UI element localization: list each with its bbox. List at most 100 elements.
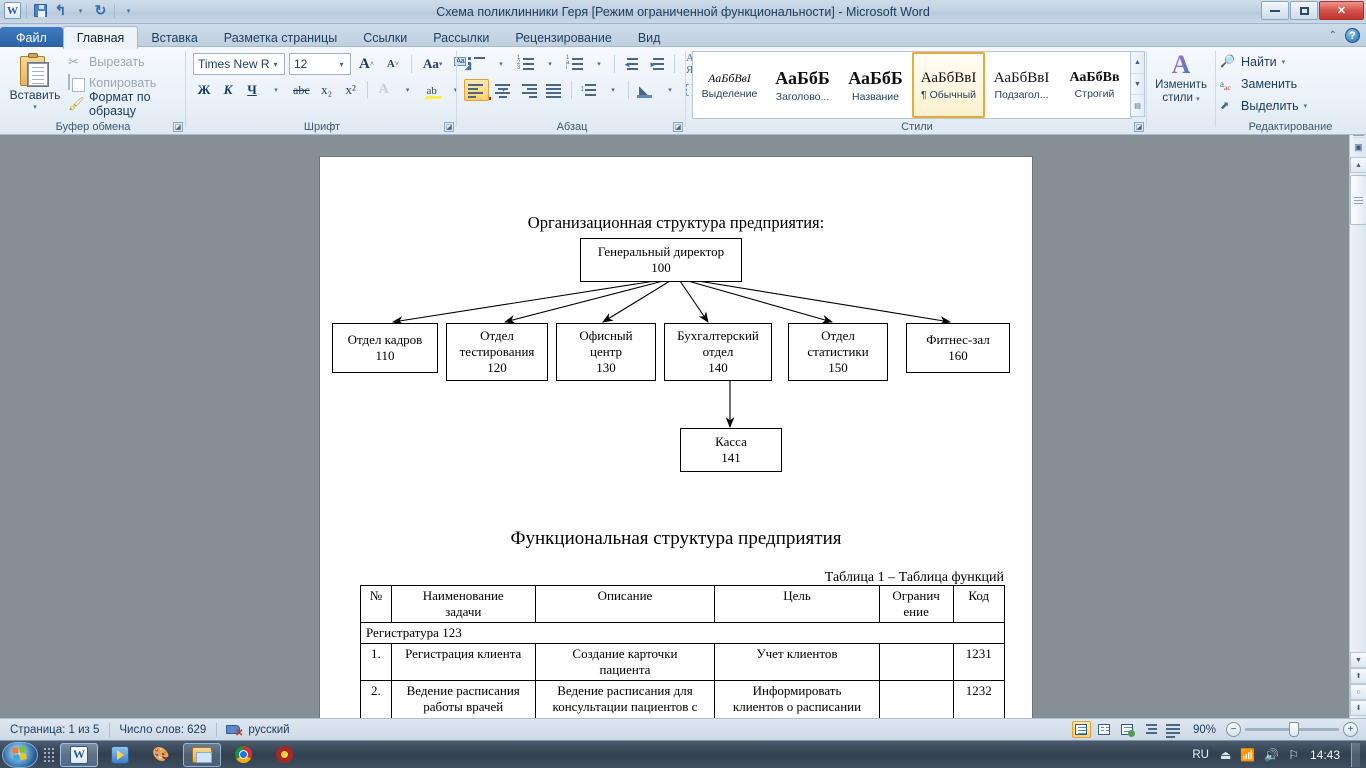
replace-button[interactable]: aac Заменить: [1220, 73, 1307, 95]
save-icon[interactable]: [32, 2, 49, 19]
zoom-level[interactable]: 90%: [1187, 724, 1222, 736]
org-box-cashier[interactable]: Касса 141: [680, 428, 782, 472]
scroll-up-button[interactable]: ▲: [1350, 157, 1366, 173]
scrollbar-thumb[interactable]: [1350, 175, 1366, 225]
outline-view-button[interactable]: [1141, 721, 1160, 738]
multilevel-list-icon[interactable]: 1ai: [562, 53, 587, 75]
taskbar-explorer[interactable]: [183, 742, 221, 767]
proofing-errors-icon[interactable]: ✕: [226, 723, 243, 739]
restore-button[interactable]: [1290, 1, 1318, 20]
align-right-icon[interactable]: [516, 79, 541, 101]
select-dropdown-icon[interactable]: ▾: [1304, 102, 1308, 110]
font-size-combo[interactable]: 12 ▾: [289, 53, 351, 75]
clipboard-dialog-launcher[interactable]: ◪: [173, 122, 183, 132]
highlight-button[interactable]: ab: [421, 79, 443, 101]
superscript-button[interactable]: x²: [340, 79, 362, 101]
draft-view-button[interactable]: [1164, 721, 1183, 738]
taskbar-grip[interactable]: [44, 744, 56, 766]
language-indicator[interactable]: ✕ русский: [216, 719, 299, 741]
decrease-indent-icon[interactable]: ◄: [619, 53, 644, 75]
taskbar-media-player[interactable]: [101, 743, 139, 767]
format-painter-button[interactable]: 🖌 Формат по образцу: [66, 90, 186, 118]
numbered-list-icon[interactable]: 123: [513, 53, 538, 75]
line-spacing-dropdown-icon[interactable]: ▾: [602, 79, 624, 101]
full-screen-reading-view-button[interactable]: [1095, 721, 1114, 738]
italic-button[interactable]: К: [217, 79, 239, 101]
taskbar-opera[interactable]: [265, 743, 303, 767]
increase-indent-icon[interactable]: ►: [645, 53, 670, 75]
select-button[interactable]: ⬈ Выделить ▾: [1220, 95, 1307, 117]
zoom-slider-thumb[interactable]: [1289, 722, 1299, 737]
style-item-strong[interactable]: АаБбВв Строгий: [1058, 52, 1131, 118]
taskbar-paint[interactable]: 🎨: [142, 743, 180, 767]
print-layout-view-button[interactable]: [1071, 721, 1091, 738]
style-item-normal[interactable]: АаБбВвI ¶ Обычный: [912, 52, 985, 118]
undo-icon[interactable]: ↰: [52, 2, 69, 19]
text-effects-button[interactable]: A: [373, 79, 395, 101]
tab-review[interactable]: Рецензирование: [502, 28, 625, 49]
multilevel-dropdown-icon[interactable]: ▾: [588, 53, 610, 75]
org-box-root[interactable]: Генеральный директор 100: [580, 238, 742, 282]
tab-file[interactable]: Файл: [0, 27, 63, 49]
paste-dropdown-icon[interactable]: ▾: [33, 103, 37, 111]
org-box-office-center[interactable]: Офисный центр 130: [556, 323, 656, 381]
usb-eject-icon[interactable]: ⏏: [1220, 748, 1231, 762]
subscript-button[interactable]: x₂: [316, 79, 338, 101]
select-browse-object-icon[interactable]: ▣: [1351, 140, 1366, 155]
action-center-icon[interactable]: ⚐: [1288, 748, 1299, 762]
find-button[interactable]: 🔎 Найти ▾: [1220, 51, 1307, 73]
browse-object-button[interactable]: ○: [1350, 684, 1366, 700]
font-dialog-launcher[interactable]: ◪: [444, 122, 454, 132]
styles-gallery-scroll[interactable]: ▲ ▼ ▤: [1130, 51, 1145, 117]
next-page-button[interactable]: ⬇: [1350, 700, 1366, 716]
close-button[interactable]: ✕: [1319, 1, 1364, 20]
org-box-accounting[interactable]: Бухгалтерский отдел 140: [664, 323, 772, 381]
chevron-down-icon[interactable]: ▾: [335, 60, 348, 69]
gallery-scroll-down-icon[interactable]: ▼: [1131, 74, 1144, 96]
document-page[interactable]: Организационная структура предприятия: Г…: [320, 157, 1032, 718]
style-item-subtitle[interactable]: АаБбВвI Подзагол...: [985, 52, 1058, 118]
tab-mailings[interactable]: Рассылки: [420, 28, 502, 49]
clock[interactable]: 14:43: [1308, 748, 1342, 762]
bulleted-list-icon[interactable]: [464, 53, 489, 75]
bullets-dropdown-icon[interactable]: ▾: [490, 53, 512, 75]
org-box-fitness[interactable]: Фитнес-зал 160: [906, 323, 1010, 373]
line-spacing-icon[interactable]: ↕: [576, 79, 601, 101]
tab-home[interactable]: Главная: [62, 26, 139, 49]
functions-table[interactable]: № Наименование задачи Описание Цель Огра…: [360, 585, 1006, 718]
word-count[interactable]: Число слов: 629: [109, 719, 216, 741]
shading-icon[interactable]: ◣: [633, 79, 658, 101]
text-effects-dropdown-icon[interactable]: ▾: [397, 79, 419, 101]
strikethrough-button[interactable]: abc: [289, 79, 314, 101]
show-desktop-button[interactable]: [1351, 742, 1360, 767]
style-item-heading1[interactable]: АаБбБ Заголово...: [766, 52, 839, 118]
align-left-icon[interactable]: [464, 79, 489, 101]
zoom-out-button[interactable]: −: [1226, 722, 1241, 737]
language-indicator-tray[interactable]: RU: [1192, 749, 1211, 761]
style-item-title[interactable]: АаБбБ Название: [839, 52, 912, 118]
paragraph-dialog-launcher[interactable]: ◪: [673, 122, 683, 132]
vertical-scrollbar[interactable]: ▣ ▲ ▼ ⬆ ○ ⬇: [1349, 135, 1366, 718]
gallery-more-icon[interactable]: ▤: [1131, 95, 1144, 116]
cut-button[interactable]: ✂ Вырезать: [66, 51, 186, 72]
taskbar-word[interactable]: W: [60, 742, 98, 767]
find-dropdown-icon[interactable]: ▾: [1282, 58, 1286, 66]
gallery-scroll-up-icon[interactable]: ▲: [1131, 52, 1144, 74]
font-name-combo[interactable]: Times New Rc ▾: [193, 53, 285, 75]
org-box-statistics[interactable]: Отдел статистики 150: [788, 323, 888, 381]
tab-view[interactable]: Вид: [625, 28, 674, 49]
taskbar-chrome[interactable]: [224, 743, 262, 767]
bold-button[interactable]: Ж: [193, 79, 215, 101]
align-center-icon[interactable]: [490, 79, 515, 101]
redo-icon[interactable]: ↻: [92, 2, 109, 19]
style-item-emphasis[interactable]: АаБбВвI Выделение: [693, 52, 766, 118]
volume-icon[interactable]: 🔊: [1264, 748, 1279, 762]
paste-button[interactable]: Вставить ▾: [7, 51, 63, 117]
shading-dropdown-icon[interactable]: ▾: [659, 79, 681, 101]
change-styles-button[interactable]: A Изменить стили ▾: [1151, 51, 1211, 106]
start-orb-icon[interactable]: [2, 741, 38, 768]
document-canvas[interactable]: Организационная структура предприятия: Г…: [0, 135, 1366, 718]
split-window-handle[interactable]: [1353, 135, 1364, 138]
page-indicator[interactable]: Страница: 1 из 5: [0, 719, 109, 741]
tab-page-layout[interactable]: Разметка страницы: [211, 28, 350, 49]
